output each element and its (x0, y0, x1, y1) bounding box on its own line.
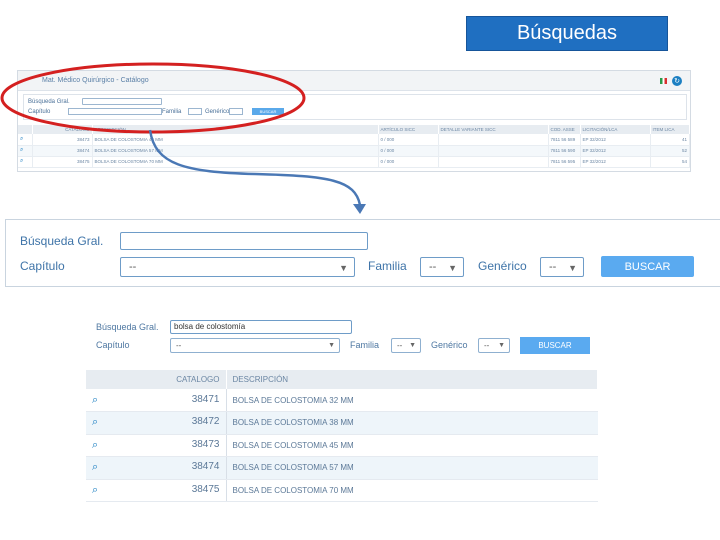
table-row: ⌕ 38471 BOLSA DE COLOSTOMIA 32 MM (86, 389, 598, 412)
chevron-down-icon: ▼ (498, 342, 505, 349)
flag-icon[interactable] (660, 78, 667, 84)
mini-col-descripcion: DESCRIPCIÓN (92, 125, 379, 134)
chevron-down-icon: ▼ (328, 342, 335, 349)
catalogo-cell: 38475 (191, 483, 220, 495)
mini-busqueda-input[interactable] (82, 98, 162, 105)
familia-select[interactable]: -- ▼ (420, 257, 464, 277)
busqueda-label: Búsqueda Gral. (20, 234, 104, 248)
table-row: ⌕ 38475 BOLSA DE COLOSTOMIA 70 MM (86, 479, 598, 502)
buscar-button[interactable]: BUSCAR (601, 256, 694, 277)
descripcion-cell: BOLSA DE COLOSTOMIA 32 MM (226, 389, 598, 412)
chevron-down-icon: ▼ (409, 342, 416, 349)
busqueda-input[interactable] (120, 232, 368, 250)
results-generico-value: -- (484, 341, 490, 350)
catalog-screenshot-thumbnail: Mat. Médico Quirúrgico - Catálogo ↻ Búsq… (17, 70, 691, 172)
mini-search-form: Búsqueda Gral. Capítulo Familia Genérico… (23, 94, 687, 120)
arrow-head (353, 204, 366, 214)
results-capitulo-label: Capítulo (96, 340, 130, 350)
mini-col-item: ITEM LICA (650, 125, 690, 134)
catalog-header-title: Mat. Médico Quirúrgico - Catálogo (42, 77, 149, 84)
familia-select-value: -- (429, 261, 437, 273)
results-generico-label: Genérico (431, 340, 468, 350)
descripcion-cell: BOLSA DE COLOSTOMIA 70 MM (226, 479, 598, 502)
catalogo-cell: 38474 (191, 461, 220, 473)
capitulo-select[interactable]: -- ▼ (120, 257, 355, 277)
results-familia-select[interactable]: -- ▼ (391, 338, 421, 353)
mini-col-articulo: ARTÍCULO SICC (378, 125, 439, 134)
results-buscar-button[interactable]: BUSCAR (520, 337, 590, 354)
table-row: ⌕ 38473 BOLSA DE COLOSTOMIA 45 MM 0 / 00… (18, 134, 690, 146)
magnifier-icon[interactable]: ⌕ (18, 156, 33, 168)
capitulo-label: Capítulo (20, 259, 65, 273)
results-busqueda-input[interactable]: bolsa de colostomía (170, 320, 352, 334)
magnifier-icon[interactable]: ⌕ (92, 461, 98, 474)
familia-label: Familia (368, 259, 407, 273)
mini-col-icon (18, 125, 33, 134)
mini-busqueda-label: Búsqueda Gral. (28, 99, 70, 105)
descripcion-cell: BOLSA DE COLOSTOMIA 38 MM (226, 411, 598, 435)
table-row: ⌕ 38474 BOLSA DE COLOSTOMIA 57 MM (86, 456, 598, 480)
mini-col-codasse: COD. ASSE (548, 125, 581, 134)
results-familia-label: Familia (350, 340, 380, 350)
mini-generico-select[interactable] (229, 108, 243, 115)
table-row: ⌕ 38475 BOLSA DE COLOSTOMIA 70 MM 0 / 00… (18, 156, 690, 168)
mini-familia-select[interactable] (188, 108, 202, 115)
magnifier-icon[interactable]: ⌕ (92, 484, 98, 497)
col-descripcion: DESCRIPCIÓN (226, 370, 598, 389)
magnifier-icon[interactable]: ⌕ (92, 394, 98, 407)
mini-col-detalle: DETALLE VARIANTE SICC (438, 125, 549, 134)
capitulo-select-value: -- (129, 261, 137, 273)
mini-results-table: CATALOGO DESCRIPCIÓN ARTÍCULO SICC DETAL… (18, 125, 690, 168)
generico-label: Genérico (478, 259, 527, 273)
catalogo-cell: 38471 (191, 393, 220, 405)
results-generico-select[interactable]: -- ▼ (478, 338, 510, 353)
table-row: ⌕ 38474 BOLSA DE COLOSTOMIA 57 MM 0 / 00… (18, 145, 690, 157)
col-catalogo: CATALOGO (86, 370, 227, 389)
catalog-header: Mat. Médico Quirúrgico - Catálogo ↻ (18, 71, 690, 91)
chevron-down-icon: ▼ (339, 263, 348, 273)
catalogo-cell: 38473 (191, 438, 220, 450)
slide-title: Búsquedas (466, 16, 668, 51)
table-row: ⌕ 38472 BOLSA DE COLOSTOMIA 38 MM (86, 411, 598, 435)
results-busqueda-label: Búsqueda Gral. (96, 322, 159, 332)
magnifier-icon[interactable]: ⌕ (18, 134, 33, 146)
mini-buscar-button[interactable]: BUSCAR (252, 108, 284, 115)
generico-select-value: -- (549, 261, 557, 273)
search-form-zoom: Búsqueda Gral. Capítulo -- ▼ Familia -- … (5, 219, 720, 287)
magnifier-icon[interactable]: ⌕ (92, 416, 98, 429)
mini-capitulo-label: Capítulo (28, 109, 51, 115)
mini-col-catalogo: CATALOGO (32, 125, 93, 134)
chevron-down-icon: ▼ (568, 263, 577, 273)
descripcion-cell: BOLSA DE COLOSTOMIA 45 MM (226, 434, 598, 457)
search-results-panel: Búsqueda Gral. bolsa de colostomía Capít… (86, 312, 600, 506)
table-row: ⌕ 38473 BOLSA DE COLOSTOMIA 45 MM (86, 434, 598, 457)
mini-familia-label: Familia (162, 109, 182, 115)
results-table: CATALOGO DESCRIPCIÓN ⌕ 38471 BOLSA DE COL… (86, 370, 598, 502)
results-capitulo-select[interactable]: -- ▼ (170, 338, 340, 353)
mini-generico-label: Genérico (205, 109, 230, 115)
mini-col-licitacion: LICITACIÓN/LCA (580, 125, 651, 134)
magnifier-icon[interactable]: ⌕ (92, 439, 98, 452)
header-icons: ↻ (660, 76, 682, 86)
magnifier-icon[interactable]: ⌕ (18, 145, 33, 157)
catalogo-cell: 38472 (191, 416, 220, 428)
mini-capitulo-select[interactable] (68, 108, 162, 115)
generico-select[interactable]: -- ▼ (540, 257, 584, 277)
results-familia-value: -- (397, 341, 403, 350)
descripcion-cell: BOLSA DE COLOSTOMIA 57 MM (226, 456, 598, 480)
results-capitulo-value: -- (176, 341, 182, 350)
chevron-down-icon: ▼ (448, 263, 457, 273)
refresh-icon[interactable]: ↻ (672, 76, 682, 86)
